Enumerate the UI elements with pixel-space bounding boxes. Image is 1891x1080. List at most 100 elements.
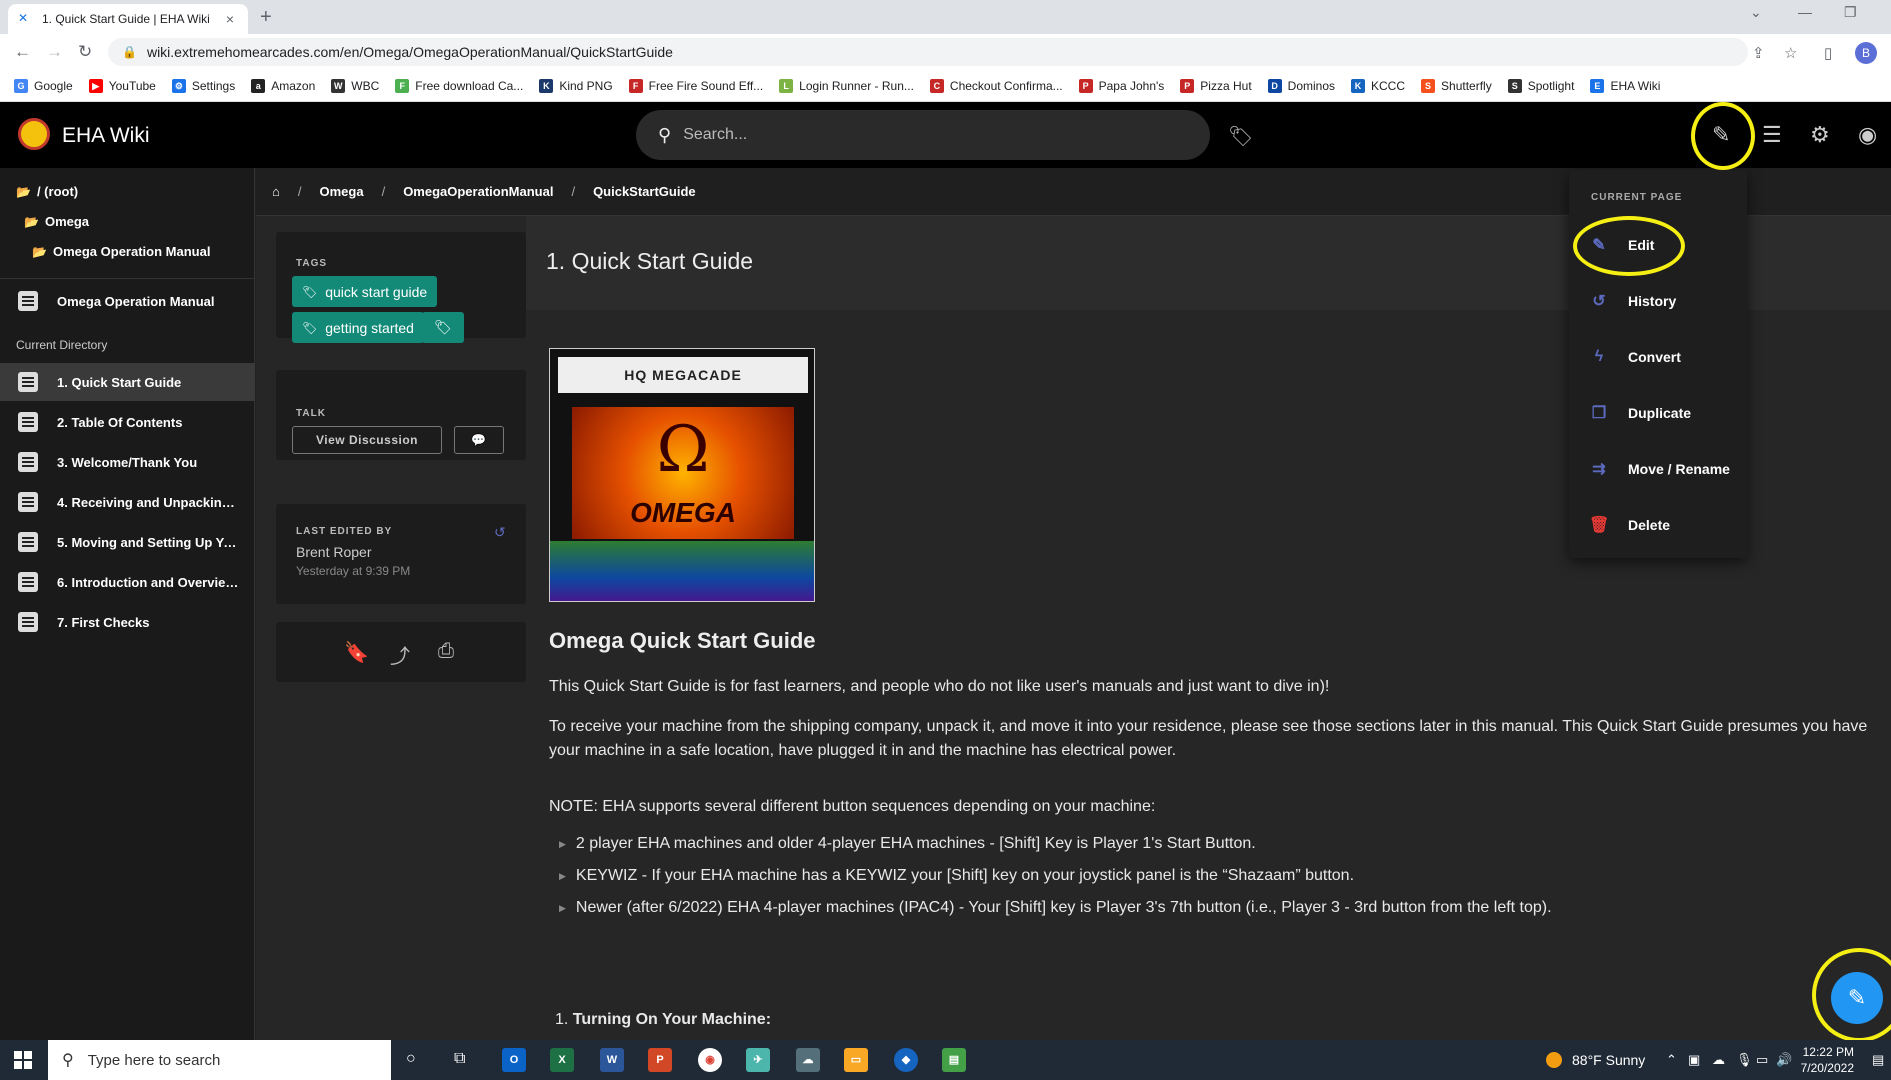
sidebar-page-item[interactable]: 2. Table Of Contents bbox=[0, 403, 255, 441]
new-tab-button[interactable]: + bbox=[260, 6, 272, 29]
tray-app-icon[interactable]: ▣ bbox=[1688, 1052, 1700, 1068]
tag-chip[interactable]: 🏷 getting started bbox=[292, 312, 424, 343]
task-view-icon[interactable]: ⧉ bbox=[454, 1050, 465, 1068]
menu-delete[interactable]: 🗑 Delete bbox=[1589, 510, 1739, 540]
bookmark-item[interactable]: ⚙ Settings bbox=[171, 78, 235, 93]
bookmark-item[interactable]: E EHA Wiki bbox=[1590, 78, 1660, 93]
bookmark-item[interactable]: S Shutterfly bbox=[1421, 78, 1492, 93]
tree-manual[interactable]: 📂 Omega Operation Manual bbox=[32, 244, 210, 259]
document-icon bbox=[18, 572, 38, 592]
bookmark-item[interactable]: P Papa John's bbox=[1078, 78, 1164, 93]
bullet-marker-icon: ▶ bbox=[559, 870, 566, 881]
account-icon[interactable]: ◉ bbox=[1858, 122, 1877, 148]
history-icon[interactable]: ↺ bbox=[494, 524, 506, 541]
profile-avatar[interactable]: B bbox=[1855, 42, 1877, 64]
weather-widget[interactable]: 88°F Sunny bbox=[1546, 1052, 1645, 1068]
browse-tags-button[interactable]: 🏷 bbox=[422, 312, 464, 343]
breadcrumb-item[interactable]: QuickStartGuide bbox=[593, 184, 696, 199]
back-icon[interactable]: ← bbox=[14, 42, 31, 62]
bookmark-item[interactable]: K KCCC bbox=[1351, 78, 1405, 93]
chrome-icon[interactable]: ◉ bbox=[698, 1048, 722, 1072]
clock[interactable]: 12:22 PM 7/20/2022 bbox=[1798, 1044, 1854, 1076]
taskbar-search[interactable]: ⚲ Type here to search bbox=[48, 1040, 391, 1080]
weather-text: 88°F Sunny bbox=[1572, 1052, 1646, 1068]
bookmark-item[interactable]: L Login Runner - Run... bbox=[779, 78, 914, 93]
menu-history[interactable]: ↺ History bbox=[1589, 286, 1739, 316]
app-icon[interactable]: ◆ bbox=[894, 1048, 918, 1072]
trash-icon: 🗑 bbox=[1589, 517, 1610, 534]
word-icon[interactable]: W bbox=[600, 1048, 624, 1072]
sidebar-page-item[interactable]: 1. Quick Start Guide bbox=[0, 363, 255, 401]
bookmark-star-icon[interactable]: ☆ bbox=[1784, 44, 1797, 62]
app-icon[interactable]: ☁ bbox=[796, 1048, 820, 1072]
forward-icon[interactable]: → bbox=[46, 42, 63, 62]
bookmark-icon[interactable]: 🔖 bbox=[344, 640, 369, 665]
bookmark-item[interactable]: a Amazon bbox=[251, 78, 315, 93]
menu-duplicate[interactable]: ❐ Duplicate bbox=[1589, 398, 1739, 428]
sidebar-page-item[interactable]: 5. Moving and Setting Up You... bbox=[0, 523, 255, 561]
powerpoint-icon[interactable]: P bbox=[648, 1048, 672, 1072]
bookmark-label: Pizza Hut bbox=[1200, 78, 1252, 93]
menu-move-rename[interactable]: ⇉ Move / Rename bbox=[1589, 454, 1739, 484]
microphone-icon[interactable]: 🎙 bbox=[1736, 1052, 1753, 1068]
settings-gear-icon[interactable]: ⚙ bbox=[1810, 122, 1830, 148]
bookmark-item[interactable]: F Free Fire Sound Eff... bbox=[628, 78, 763, 93]
bookmark-item[interactable]: P Pizza Hut bbox=[1180, 78, 1252, 93]
chevron-up-icon[interactable]: ⌃ bbox=[1666, 1052, 1677, 1068]
cortana-icon[interactable]: ○ bbox=[406, 1050, 416, 1068]
side-panel-icon[interactable]: ▯ bbox=[1824, 44, 1832, 62]
bookmark-item[interactable]: D Dominos bbox=[1267, 78, 1335, 93]
minimize-icon[interactable]: — bbox=[1798, 4, 1812, 20]
sidebar-page-item[interactable]: 7. First Checks bbox=[0, 603, 255, 641]
bookmark-favicon-icon: D bbox=[1267, 78, 1282, 93]
bookmark-item[interactable]: S Spotlight bbox=[1507, 78, 1574, 93]
tab-search-icon[interactable]: ⌄ bbox=[1750, 4, 1762, 21]
new-page-icon[interactable]: ☰ bbox=[1762, 122, 1782, 148]
tags-icon[interactable]: 🏷 bbox=[1228, 124, 1253, 149]
bookmark-item[interactable]: F Free download Ca... bbox=[395, 78, 523, 93]
sidebar-page-item[interactable]: 6. Introduction and Overview -... bbox=[0, 563, 255, 601]
bookmark-item[interactable]: G Google bbox=[14, 78, 73, 93]
editor-name[interactable]: Brent Roper bbox=[296, 544, 371, 560]
breadcrumb-item[interactable]: OmegaOperationManual bbox=[403, 184, 553, 199]
menu-convert[interactable]: ϟ Convert bbox=[1589, 342, 1739, 372]
browser-tab[interactable]: ✕ 1. Quick Start Guide | EHA Wiki × bbox=[8, 4, 248, 34]
restore-icon[interactable]: ❐ bbox=[1844, 4, 1857, 21]
tree-omega[interactable]: 📂 Omega bbox=[24, 214, 89, 229]
edit-fab-button[interactable]: ✎ bbox=[1831, 972, 1883, 1024]
view-discussion-button[interactable]: View Discussion bbox=[292, 426, 442, 454]
outlook-icon[interactable]: O bbox=[502, 1048, 526, 1072]
site-title[interactable]: EHA Wiki bbox=[62, 124, 150, 148]
sidebar-page-item[interactable]: 4. Receiving and Unpacking Y... bbox=[0, 483, 255, 521]
tree-root[interactable]: 📂 / (root) bbox=[16, 184, 78, 199]
onedrive-icon[interactable]: ☁ bbox=[1712, 1052, 1725, 1068]
search-input[interactable]: ⚲ Search... bbox=[636, 110, 1210, 160]
bookmark-item[interactable]: C Checkout Confirma... bbox=[929, 78, 1063, 93]
share-icon[interactable]: ⤴ bbox=[390, 640, 410, 669]
bookmark-item[interactable]: ▶ YouTube bbox=[88, 78, 156, 93]
address-bar[interactable]: 🔒 wiki.extremehomearcades.com/en/Omega/O… bbox=[108, 38, 1748, 66]
eha-logo[interactable] bbox=[18, 118, 50, 150]
windows-start-icon[interactable] bbox=[14, 1051, 32, 1069]
breadcrumb-item[interactable]: Omega bbox=[319, 184, 363, 199]
folder-open-icon: 📂 bbox=[24, 214, 39, 229]
file-explorer-icon[interactable]: ▭ bbox=[844, 1048, 868, 1072]
tag-chip[interactable]: 🏷 quick start guide bbox=[292, 276, 438, 307]
print-icon[interactable]: ⎙ bbox=[438, 640, 454, 663]
bookmark-item[interactable]: W WBC bbox=[331, 78, 379, 93]
reload-icon[interactable]: ↻ bbox=[78, 42, 92, 62]
app-icon[interactable]: ▤ bbox=[942, 1048, 966, 1072]
close-tab-icon[interactable]: × bbox=[222, 11, 238, 27]
notifications-icon[interactable]: ▤ bbox=[1872, 1052, 1884, 1068]
app-icon[interactable]: ✈ bbox=[746, 1048, 770, 1072]
sidebar-page-item[interactable]: 3. Welcome/Thank You bbox=[0, 443, 255, 481]
new-comment-button[interactable]: 💬 bbox=[454, 426, 504, 454]
network-icon[interactable]: ▭ bbox=[1756, 1052, 1768, 1068]
excel-icon[interactable]: X bbox=[550, 1048, 574, 1072]
share-icon[interactable]: ⇪ bbox=[1752, 44, 1765, 62]
bookmark-item[interactable]: K Kind PNG bbox=[539, 78, 613, 93]
bookmark-favicon-icon: P bbox=[1078, 78, 1093, 93]
volume-icon[interactable]: 🔊 bbox=[1776, 1052, 1792, 1068]
home-icon[interactable]: ⌂ bbox=[272, 184, 280, 199]
sidebar-item-parent[interactable]: Omega Operation Manual bbox=[0, 282, 255, 320]
